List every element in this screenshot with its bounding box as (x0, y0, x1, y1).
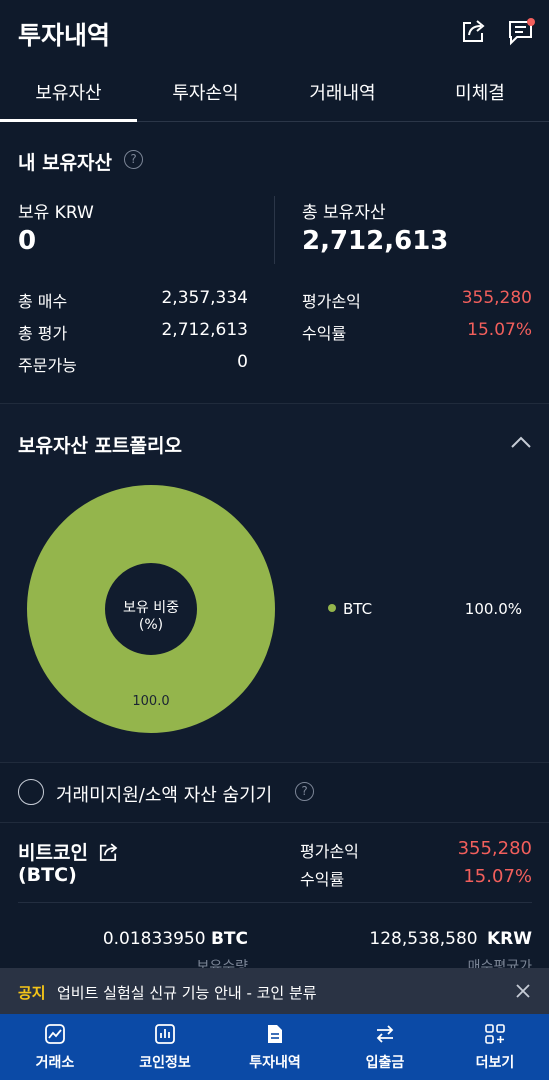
nav-label: 거래소 (35, 1055, 75, 1071)
legend-value: 100.0% (464, 600, 522, 618)
transfer-icon (376, 1025, 394, 1043)
nav-label: 투자내역 (249, 1055, 301, 1071)
close-icon[interactable] (515, 983, 531, 999)
nav-investment-history[interactable]: 투자내역 (220, 1014, 330, 1080)
krw-label: 보유 KRW (18, 203, 94, 223)
orderable-value: 0 (237, 352, 248, 372)
chart-icon (45, 1024, 65, 1044)
coin-pnl-value: 355,280 (457, 838, 532, 859)
nav-label: 입출금 (365, 1055, 405, 1071)
coin-rate-label: 수익률 (300, 870, 345, 889)
tab-trade-history[interactable]: 거래내역 (274, 70, 411, 122)
hide-small-assets-checkbox[interactable] (18, 779, 44, 805)
total-buy-value: 2,357,334 (161, 288, 248, 308)
more-icon (485, 1024, 505, 1044)
avg-price-unit: KRW (486, 929, 532, 949)
portfolio-title: 보유자산 포트폴리오 (18, 435, 182, 457)
notice-tag: 공지 (18, 984, 46, 1002)
orderable-label: 주문가능 (18, 356, 77, 375)
bottom-navigation: 거래소 코인정보 투자내역 입출금 더보기 (0, 1014, 549, 1080)
chevron-up-icon[interactable] (510, 434, 532, 450)
page-title: 투자내역 (18, 21, 111, 50)
coin-rate-value: 15.07% (463, 866, 532, 887)
coin-pnl-label: 평가손익 (300, 842, 359, 861)
legend-color-dot (328, 604, 336, 612)
legend-name: BTC (343, 600, 373, 618)
donut-center-label-line1: 보유 비중 (123, 600, 179, 616)
help-icon[interactable]: ? (124, 150, 143, 169)
pnl-value: 355,280 (461, 288, 532, 308)
notice-bar[interactable]: 공지 업비트 실험실 신규 기능 안내 - 코인 분류 (0, 968, 549, 1014)
total-assets-label: 총 보유자산 (302, 203, 386, 223)
section-divider (0, 762, 549, 763)
return-rate-value: 15.07% (467, 320, 532, 340)
row-divider (18, 902, 532, 903)
section-divider (0, 822, 549, 823)
holding-amount-value: 0.01833950 (102, 929, 206, 949)
avg-price-value: 128,538,580 (369, 929, 478, 949)
nav-label: 코인정보 (139, 1055, 191, 1071)
total-eval-label: 총 평가 (18, 324, 68, 343)
app-header: 투자내역 (0, 0, 549, 64)
holdings-title: 내 보유자산 (18, 152, 113, 174)
tab-holdings[interactable]: 보유자산 (0, 70, 137, 122)
return-rate-label: 수익률 (302, 324, 347, 343)
tab-bar: 보유자산 투자손익 거래내역 미체결 (0, 70, 549, 122)
divider (274, 196, 275, 264)
hide-small-assets-label[interactable]: 거래미지원/소액 자산 숨기기 (56, 781, 272, 807)
nav-deposit-withdraw[interactable]: 입출금 (330, 1014, 440, 1080)
nav-coin-info[interactable]: 코인정보 (110, 1014, 220, 1080)
document-icon (268, 1025, 282, 1043)
help-icon[interactable]: ? (295, 782, 314, 801)
message-icon[interactable] (506, 16, 536, 46)
total-buy-label: 총 매수 (18, 292, 68, 311)
share-icon[interactable] (458, 16, 488, 46)
avg-price: 128,538,580 KRW (300, 929, 532, 949)
coin-name[interactable]: 비트코인 (18, 838, 88, 865)
krw-value: 0 (18, 226, 37, 256)
total-eval-value: 2,712,613 (161, 320, 248, 340)
donut-center-label-line2: (%) (139, 617, 163, 633)
nav-more[interactable]: 더보기 (440, 1014, 549, 1080)
bar-chart-icon (155, 1024, 175, 1044)
portfolio-donut-chart: 보유 비중 (%) 100.0 (27, 485, 275, 733)
notice-text[interactable]: 업비트 실험실 신규 기능 안내 - 코인 분류 (57, 982, 317, 1003)
holding-amount: 0.01833950 BTC (60, 929, 248, 949)
share-icon[interactable] (96, 840, 120, 864)
pnl-label: 평가손익 (302, 292, 361, 311)
slice-data-label: 100.0 (132, 694, 169, 709)
tab-unfilled-orders[interactable]: 미체결 (411, 70, 549, 122)
coin-symbol: (BTC) (18, 864, 77, 886)
tab-investment-pnl[interactable]: 투자손익 (137, 70, 274, 122)
nav-exchange[interactable]: 거래소 (0, 1014, 110, 1080)
total-assets-value: 2,712,613 (302, 226, 449, 256)
nav-label: 더보기 (475, 1055, 515, 1071)
holding-amount-unit: BTC (210, 929, 248, 949)
